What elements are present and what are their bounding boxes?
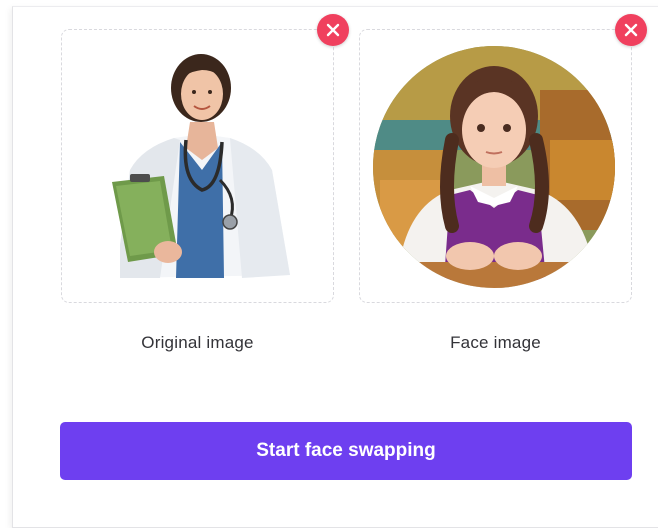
start-face-swapping-button[interactable]: Start face swapping xyxy=(60,422,632,480)
face-image-dropzone[interactable] xyxy=(359,29,632,303)
original-image-caption: Original image xyxy=(141,333,254,352)
girl-photo xyxy=(373,46,615,288)
doctor-photo xyxy=(112,54,290,278)
remove-original-button[interactable] xyxy=(317,14,349,46)
close-icon xyxy=(326,23,340,37)
close-icon xyxy=(624,23,638,37)
original-image-dropzone[interactable] xyxy=(61,29,334,303)
face-image-caption: Face image xyxy=(450,333,541,352)
remove-face-button[interactable] xyxy=(615,14,647,46)
